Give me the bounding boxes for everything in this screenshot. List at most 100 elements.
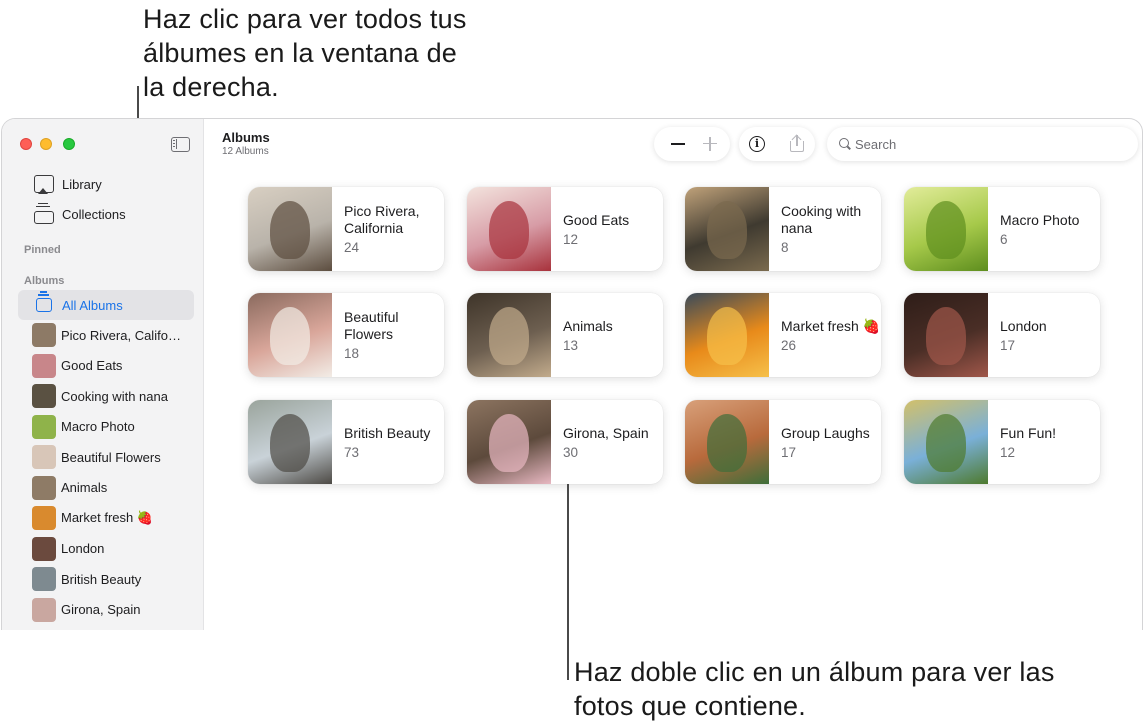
album-card[interactable]: British Beauty 73 bbox=[248, 400, 444, 484]
album-photo-count: 18 bbox=[344, 346, 360, 361]
album-card[interactable]: Group Laughs 17 bbox=[685, 400, 881, 484]
album-card-text: British Beauty 73 bbox=[332, 400, 444, 484]
album-card-text: Cooking with nana 8 bbox=[769, 187, 881, 271]
album-card-text: Beautiful Flowers 18 bbox=[332, 293, 444, 377]
sidebar-album-row[interactable]: Good Eats bbox=[18, 351, 194, 381]
sidebar-album-row[interactable]: Cooking with nana bbox=[18, 381, 194, 411]
sidebar-toggle-icon[interactable] bbox=[171, 137, 190, 152]
album-card-text: London 17 bbox=[988, 293, 1100, 377]
photo-library-icon bbox=[34, 175, 54, 194]
album-card-text: Girona, Spain 30 bbox=[551, 400, 663, 484]
sidebar-item-label: Good Eats bbox=[61, 358, 123, 373]
album-thumbnail bbox=[32, 567, 56, 591]
search-icon bbox=[839, 138, 851, 150]
album-photo-count: 26 bbox=[781, 337, 797, 353]
sidebar-album-row[interactable]: Market fresh 🍓 bbox=[18, 503, 194, 533]
zoom-in-button[interactable] bbox=[696, 127, 724, 161]
album-photo-count: 12 bbox=[1000, 444, 1016, 460]
album-card[interactable]: Pico Rivera, California 24 bbox=[248, 187, 444, 271]
stage: Haz clic para ver todos tus álbumes en l… bbox=[0, 0, 1144, 724]
share-icon[interactable] bbox=[789, 134, 805, 153]
sidebar-album-row[interactable]: Pico Rivera, California bbox=[18, 320, 194, 350]
album-thumbnail bbox=[32, 445, 56, 469]
callout-all-albums: Haz clic para ver todos tus álbumes en l… bbox=[143, 4, 467, 102]
albums-section-header: Albums bbox=[24, 275, 65, 287]
album-cover-image bbox=[248, 187, 332, 271]
sidebar-item-label: Macro Photo bbox=[61, 419, 135, 434]
search-field[interactable] bbox=[827, 127, 1138, 161]
album-card[interactable]: Girona, Spain 30 bbox=[467, 400, 663, 484]
sidebar-album-row[interactable]: Girona, Spain bbox=[18, 595, 194, 625]
album-title: Beautiful Flowers bbox=[344, 309, 399, 342]
album-cover-image bbox=[904, 400, 988, 484]
sidebar-item-label: Market fresh 🍓 bbox=[61, 510, 154, 525]
album-cover-image bbox=[467, 187, 551, 271]
sidebar-item-all-albums[interactable]: All Albums bbox=[18, 290, 194, 320]
album-cover-image bbox=[248, 400, 332, 484]
sidebar-item-label: Cooking with nana bbox=[61, 388, 168, 404]
zoom-out-button[interactable] bbox=[664, 127, 692, 161]
sidebar-item-library[interactable]: Library bbox=[18, 169, 194, 199]
sidebar-item-label: Library bbox=[62, 176, 102, 192]
album-thumbnail bbox=[32, 536, 56, 561]
album-card[interactable]: Market fresh 🍓 26 bbox=[685, 293, 881, 377]
all-albums-icon bbox=[36, 291, 52, 312]
sidebar-item-label: Animals bbox=[61, 480, 108, 495]
album-cover-image bbox=[467, 293, 551, 377]
sidebar-item-label: Collections bbox=[62, 206, 126, 222]
minimize-window-button[interactable] bbox=[40, 138, 52, 150]
sidebar-item-label: Girona, Spain bbox=[61, 602, 141, 617]
sidebar-album-row[interactable]: Beautiful Flowers bbox=[18, 442, 194, 472]
album-title: London bbox=[1000, 317, 1047, 334]
album-cover-image bbox=[685, 293, 769, 377]
album-title: Girona, Spain bbox=[563, 424, 649, 441]
album-cover-image bbox=[904, 293, 988, 377]
album-thumbnail bbox=[32, 384, 56, 408]
sidebar-item-label: London bbox=[61, 541, 105, 556]
album-photo-count: 30 bbox=[563, 444, 579, 460]
album-cover-image bbox=[248, 293, 332, 377]
sidebar-item-label: Beautiful Flowers bbox=[61, 449, 161, 465]
sidebar-album-row[interactable]: London bbox=[18, 534, 194, 564]
album-title: Market fresh 🍓 bbox=[781, 317, 881, 334]
album-cover-image bbox=[685, 400, 769, 484]
album-card[interactable]: Beautiful Flowers 18 bbox=[248, 293, 444, 377]
callout-open-album: Haz doble clic en un álbum para ver las … bbox=[574, 657, 1055, 721]
album-photo-count: 73 bbox=[344, 444, 360, 460]
album-card[interactable]: Fun Fun! 12 bbox=[904, 400, 1100, 484]
album-title: Macro Photo bbox=[1000, 211, 1080, 228]
album-title: Pico Rivera, California bbox=[344, 203, 420, 236]
album-card[interactable]: Good Eats 12 bbox=[467, 187, 663, 271]
photos-window: Library Collections Pinned Albums All Al… bbox=[1, 118, 1143, 630]
info-icon[interactable]: i bbox=[749, 136, 765, 152]
album-title: Group Laughs bbox=[781, 424, 870, 441]
album-card[interactable]: Macro Photo 6 bbox=[904, 187, 1100, 271]
zoom-window-button[interactable] bbox=[63, 138, 75, 150]
close-window-button[interactable] bbox=[20, 138, 32, 150]
album-title: Cooking with nana bbox=[781, 203, 862, 236]
sidebar-item-label: Pico Rivera, California bbox=[61, 327, 185, 343]
album-card[interactable]: Animals 13 bbox=[467, 293, 663, 377]
album-card-text: Animals 13 bbox=[551, 293, 663, 377]
sidebar-album-row[interactable]: British Beauty bbox=[18, 564, 194, 594]
search-input[interactable] bbox=[855, 136, 1115, 152]
album-cover-image bbox=[904, 187, 988, 271]
album-photo-count: 17 bbox=[781, 444, 797, 460]
album-card[interactable]: London 17 bbox=[904, 293, 1100, 377]
album-thumbnail bbox=[32, 353, 56, 378]
album-card-text: Macro Photo 6 bbox=[988, 187, 1100, 271]
album-count: 12 Albums bbox=[222, 146, 269, 157]
album-thumbnail bbox=[32, 414, 56, 439]
sidebar-album-row[interactable]: Animals bbox=[18, 473, 194, 503]
album-title: Animals bbox=[563, 317, 613, 334]
album-thumbnail bbox=[32, 475, 56, 500]
sidebar-item-collections[interactable]: Collections bbox=[18, 199, 194, 229]
album-card[interactable]: Cooking with nana 8 bbox=[685, 187, 881, 271]
album-card-text: Fun Fun! 12 bbox=[988, 400, 1100, 484]
sidebar-album-row[interactable]: Macro Photo bbox=[18, 412, 194, 442]
page-title: Albums bbox=[222, 130, 270, 145]
album-title: British Beauty bbox=[344, 424, 431, 441]
collections-stack-icon bbox=[34, 202, 54, 224]
pinned-section-header: Pinned bbox=[24, 244, 61, 256]
album-photo-count: 24 bbox=[344, 240, 360, 255]
